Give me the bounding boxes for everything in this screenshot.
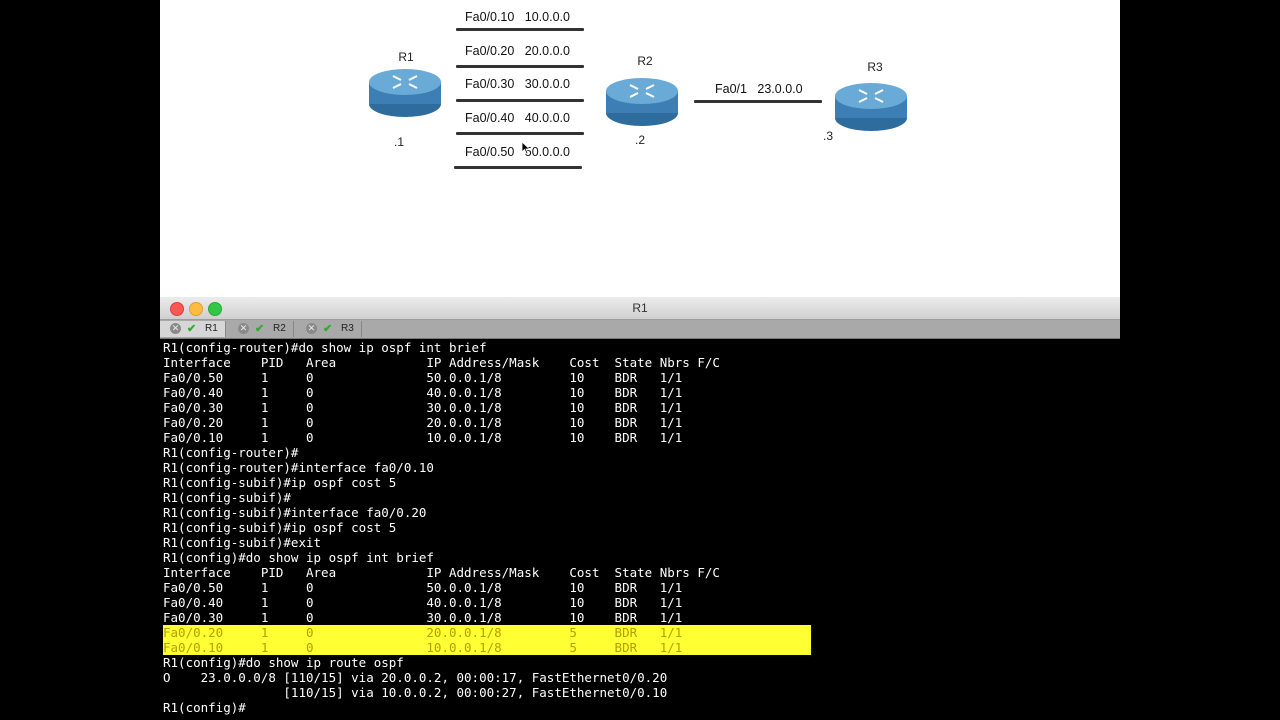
terminal-line: Fa0/0.30 1 0 30.0.0.1/8 10 BDR 1/1 bbox=[163, 400, 683, 415]
link-fa0-0-40 bbox=[456, 132, 584, 135]
terminal-line: Fa0/0.30 1 0 30.0.0.1/8 10 BDR 1/1 bbox=[163, 610, 683, 625]
link-label-fa0-1: Fa0/1 23.0.0.0 bbox=[715, 82, 803, 96]
terminal-line: Fa0/0.40 1 0 40.0.0.1/8 10 BDR 1/1 bbox=[163, 595, 683, 610]
tab-r3[interactable]: ✕ ✔ R3 bbox=[296, 321, 362, 337]
terminal-line: Fa0/0.40 1 0 40.0.0.1/8 10 BDR 1/1 bbox=[163, 385, 683, 400]
link-label-fa0-0-10: Fa0/0.10 10.0.0.0 bbox=[465, 10, 570, 24]
terminal-line: [110/15] via 10.0.0.2, 00:00:27, FastEth… bbox=[163, 685, 668, 700]
link-label-fa0-0-20: Fa0/0.20 20.0.0.0 bbox=[465, 44, 570, 58]
router-r2-label: R2 bbox=[637, 54, 653, 68]
mouse-cursor-icon bbox=[521, 141, 531, 155]
link-fa0-1 bbox=[694, 100, 822, 103]
router-r1-label: R1 bbox=[398, 50, 414, 64]
router-r2-icon[interactable] bbox=[604, 75, 680, 129]
tab-r1[interactable]: ✕ ✔ R1 bbox=[160, 321, 226, 337]
terminal-line: Interface PID Area IP Address/Mask Cost … bbox=[163, 355, 720, 370]
router-r3-icon[interactable] bbox=[833, 80, 909, 134]
terminal-line: R1(config-router)# bbox=[163, 445, 299, 460]
terminal-line: R1(config-router)#interface fa0/0.10 bbox=[163, 460, 434, 475]
close-tab-icon[interactable]: ✕ bbox=[238, 323, 249, 334]
terminal-line: R1(config-subif)#interface fa0/0.20 bbox=[163, 505, 427, 520]
router-r2-address: .2 bbox=[635, 133, 646, 147]
terminal-line: R1(config)# bbox=[163, 700, 246, 715]
terminal-line: O 23.0.0.0/8 [110/15] via 20.0.0.2, 00:0… bbox=[163, 670, 668, 685]
terminal-line: R1(config-subif)# bbox=[163, 490, 291, 505]
link-fa0-0-30 bbox=[456, 99, 584, 102]
link-fa0-0-10 bbox=[456, 28, 584, 31]
check-icon: ✔ bbox=[323, 323, 333, 335]
terminal-line: R1(config-router)#do show ip ospf int br… bbox=[163, 340, 487, 355]
check-icon: ✔ bbox=[255, 323, 265, 335]
link-fa0-0-50 bbox=[454, 166, 582, 169]
window-title: R1 bbox=[632, 301, 648, 315]
close-tab-icon[interactable]: ✕ bbox=[306, 323, 317, 334]
router-r3-label: R3 bbox=[867, 60, 883, 74]
terminal-line: Fa0/0.10 1 0 10.0.0.1/8 10 BDR 1/1 bbox=[163, 430, 683, 445]
terminal-line: Fa0/0.20 1 0 20.0.0.1/8 10 BDR 1/1 bbox=[163, 415, 683, 430]
router-r3-address: .3 bbox=[823, 129, 834, 143]
tab-label: R3 bbox=[341, 323, 354, 334]
terminal-line: R1(config-subif)#ip ospf cost 5 bbox=[163, 475, 397, 490]
check-icon: ✔ bbox=[187, 323, 197, 335]
terminal-line: R1(config-subif)#ip ospf cost 5 bbox=[163, 520, 397, 535]
terminal-line: R1(config)#do show ip route ospf bbox=[163, 655, 404, 670]
terminal-line: Fa0/0.50 1 0 50.0.0.1/8 10 BDR 1/1 bbox=[163, 580, 683, 595]
link-fa0-0-20 bbox=[456, 65, 584, 68]
router-r1-icon[interactable] bbox=[367, 66, 443, 120]
tab-label: R2 bbox=[273, 323, 286, 334]
terminal-line-highlighted: Fa0/0.10 1 0 10.0.0.1/8 5 BDR 1/1 bbox=[163, 640, 811, 655]
terminal-line-highlighted: Fa0/0.20 1 0 20.0.0.1/8 5 BDR 1/1 bbox=[163, 625, 811, 640]
tab-r2[interactable]: ✕ ✔ R2 bbox=[228, 321, 294, 337]
terminal-line: R1(config)#do show ip ospf int brief bbox=[163, 550, 434, 565]
close-tab-icon[interactable]: ✕ bbox=[170, 323, 181, 334]
network-diagram: R1 .1 R2 .2 R3 .3 Fa0/0.10 10.0.0.0 Fa0/… bbox=[160, 0, 1120, 297]
link-label-fa0-0-50: Fa0/0.50 50.0.0.0 bbox=[465, 145, 570, 159]
link-label-fa0-0-30: Fa0/0.30 30.0.0.0 bbox=[465, 77, 570, 91]
terminal-output[interactable]: R1(config-router)#do show ip ospf int br… bbox=[163, 340, 1120, 720]
terminal-line: Fa0/0.50 1 0 50.0.0.1/8 10 BDR 1/1 bbox=[163, 370, 683, 385]
terminal-line: R1(config-subif)#exit bbox=[163, 535, 322, 550]
link-label-fa0-0-40: Fa0/0.40 40.0.0.0 bbox=[465, 111, 570, 125]
tab-bar: ✕ ✔ R1 ✕ ✔ R2 ✕ ✔ R3 bbox=[160, 320, 1120, 339]
tab-label: R1 bbox=[205, 323, 218, 334]
router-r1-address: .1 bbox=[394, 135, 405, 149]
terminal-line: Interface PID Area IP Address/Mask Cost … bbox=[163, 565, 720, 580]
window-titlebar[interactable]: R1 bbox=[160, 297, 1120, 320]
